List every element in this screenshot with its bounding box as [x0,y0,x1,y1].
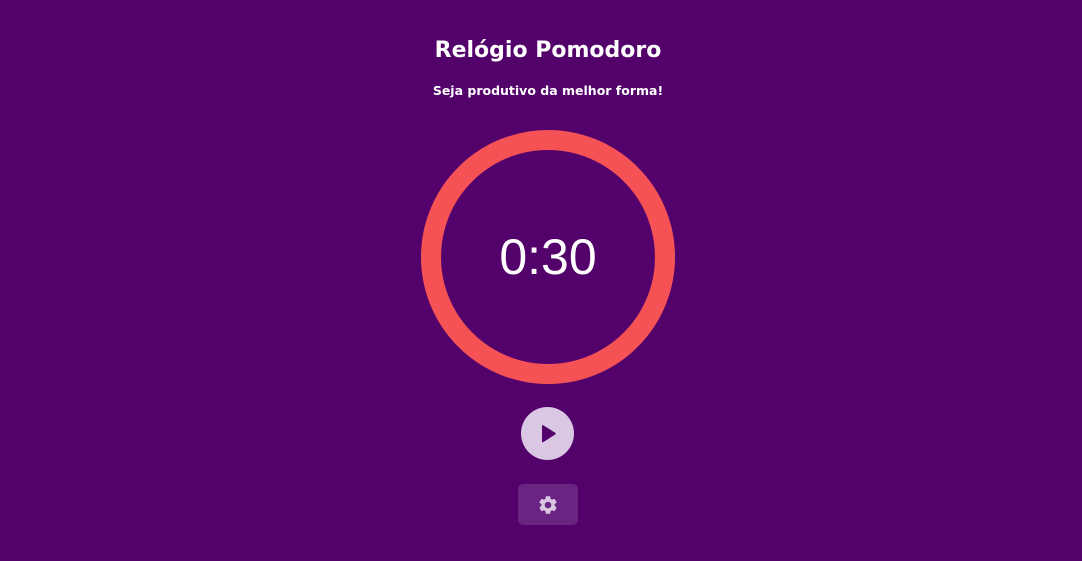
settings-button[interactable] [518,484,578,525]
timer-ring: 0:30 [421,130,675,384]
page-title: Relógio Pomodoro [434,38,662,63]
timer-display: 0:30 [499,229,597,285]
page-subtitle: Seja produtivo da melhor forma! [432,83,664,98]
play-button[interactable] [521,407,574,460]
pomodoro-app: Relógio Pomodoro Seja produtivo da melho… [0,0,1082,561]
play-icon [539,424,557,444]
gear-icon [537,494,559,516]
